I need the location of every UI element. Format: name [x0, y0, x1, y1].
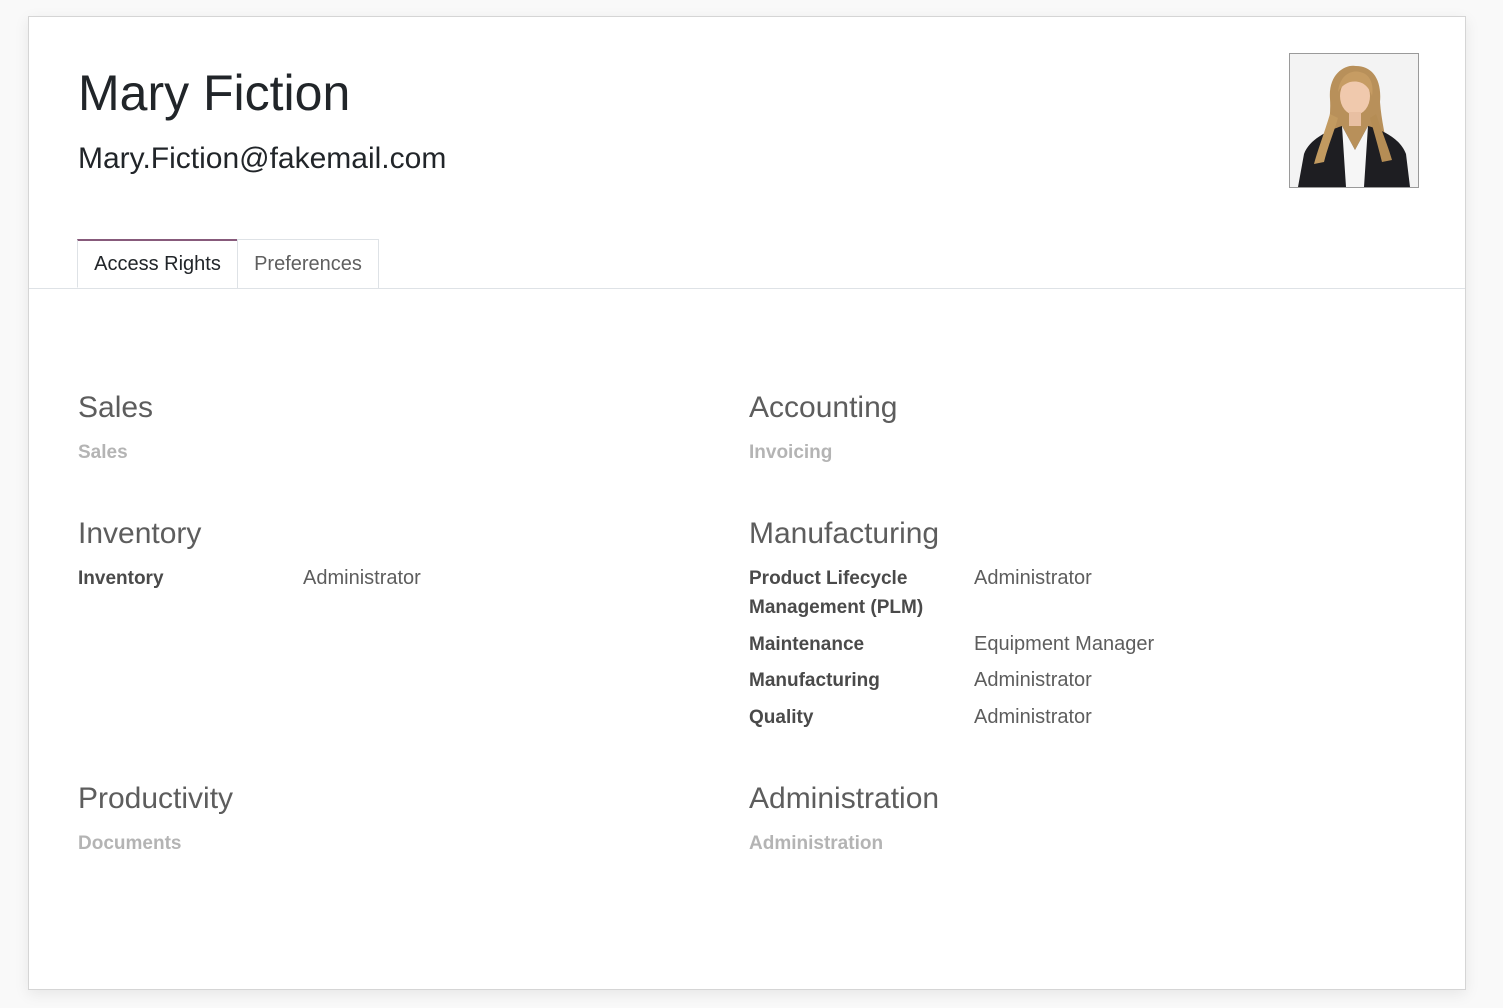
group-productivity: Productivity Documents: [78, 781, 234, 854]
group-administration: Administration Administration: [749, 781, 940, 854]
group-title: Sales: [78, 391, 154, 424]
access-level-select[interactable]: Administrator: [303, 564, 421, 593]
user-name[interactable]: Mary Fiction: [78, 65, 350, 121]
access-row: Administration: [749, 829, 1269, 859]
access-row: Maintenance Equipment Manager: [749, 630, 1269, 660]
access-level-select[interactable]: Administrator: [974, 564, 1092, 593]
user-form-sheet: Mary Fiction Mary.Fiction@fakemail.com A…: [28, 16, 1466, 990]
group-title: Manufacturing: [749, 517, 940, 550]
user-email[interactable]: Mary.Fiction@fakemail.com: [78, 141, 446, 177]
access-level-select[interactable]: Equipment Manager: [974, 630, 1154, 659]
form-tabs: Access Rights Preferences: [29, 239, 1465, 289]
access-label: Inventory: [78, 568, 164, 589]
avatar-photo: [1290, 54, 1418, 187]
access-label: Manufacturing: [749, 670, 880, 691]
group-title: Productivity: [78, 782, 234, 815]
group-title: Accounting: [749, 391, 898, 424]
access-row: Manufacturing Administrator: [749, 666, 1269, 696]
group-title: Administration: [749, 782, 940, 815]
access-label: Quality: [749, 707, 814, 728]
group-sales: Sales Sales: [78, 390, 154, 463]
access-row: Quality Administrator: [749, 703, 1269, 733]
group-title: Inventory: [78, 517, 202, 550]
tab-access-rights[interactable]: Access Rights: [77, 239, 238, 288]
access-label: Documents: [78, 833, 182, 854]
access-row: Sales: [78, 438, 598, 468]
group-inventory: Inventory Inventory Administrator: [78, 516, 421, 589]
access-label: Sales: [78, 442, 128, 463]
user-avatar[interactable]: [1289, 53, 1419, 188]
access-label: Invoicing: [749, 442, 833, 463]
group-accounting: Accounting Invoicing: [749, 390, 898, 463]
access-level-select[interactable]: Administrator: [974, 703, 1092, 732]
access-row: Inventory Administrator: [78, 564, 598, 594]
access-label: Administration: [749, 833, 884, 854]
access-label: Product Lifecycle Management (PLM): [749, 568, 924, 618]
access-level-select[interactable]: Administrator: [974, 666, 1092, 695]
access-row: Product Lifecycle Management (PLM) Admin…: [749, 564, 1269, 624]
access-row: Documents: [78, 829, 598, 859]
group-manufacturing: Manufacturing Product Lifecycle Manageme…: [749, 516, 1154, 728]
access-row: Invoicing: [749, 438, 1269, 468]
tab-preferences[interactable]: Preferences: [237, 239, 379, 288]
access-label: Maintenance: [749, 634, 865, 655]
